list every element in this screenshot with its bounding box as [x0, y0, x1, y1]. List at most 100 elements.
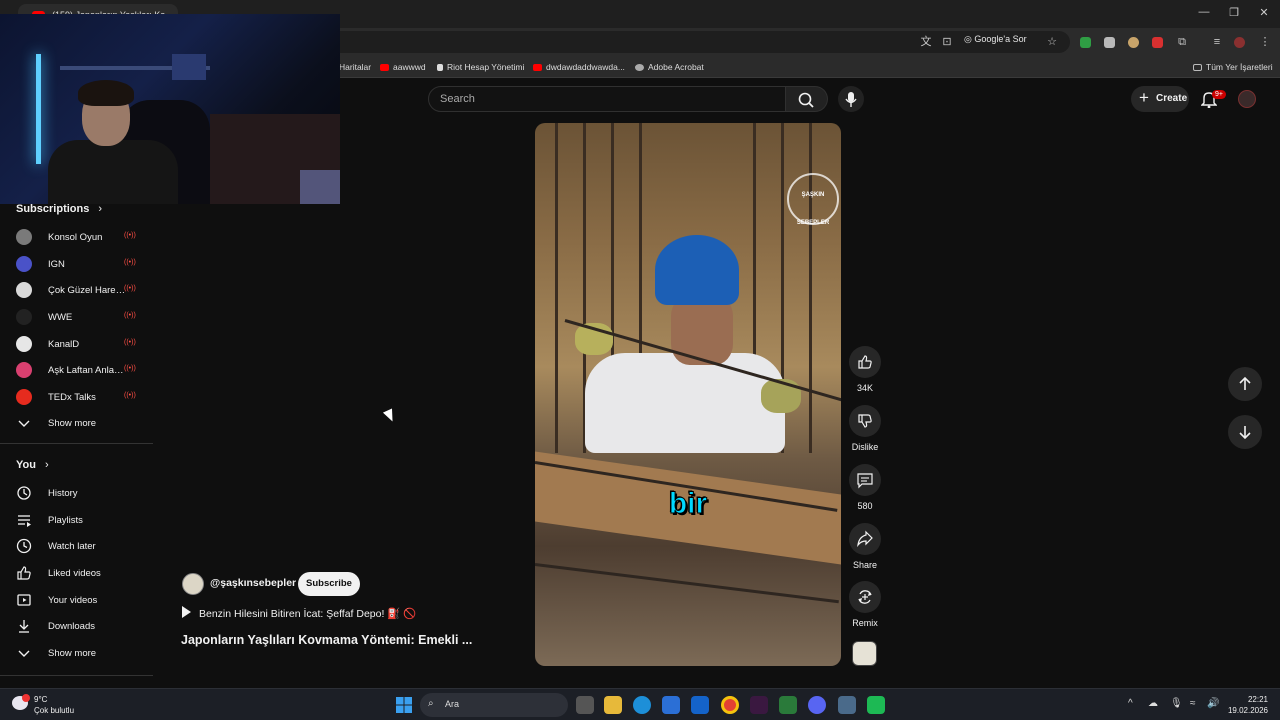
dislike-button[interactable]: Dislike	[848, 405, 882, 452]
outlook-icon[interactable]	[691, 696, 709, 714]
subscription-label: WWE	[48, 312, 73, 323]
search-input[interactable]: Search	[428, 86, 786, 112]
sidebar-item-downloads[interactable]: Downloads	[16, 618, 146, 638]
globe-icon	[635, 64, 644, 71]
previous-short-button[interactable]	[1228, 367, 1262, 401]
subscription-item[interactable]: Aşk Laftan Anlamaz ((•))	[16, 362, 146, 382]
channel-name[interactable]: @şaşkınsebepler	[210, 577, 296, 589]
weather-alert-badge	[22, 694, 30, 702]
app-icon[interactable]	[779, 696, 797, 714]
chrome-icon[interactable]	[721, 696, 739, 714]
bookmark-label: Adobe Acrobat	[648, 62, 704, 72]
profile-icon[interactable]	[1234, 37, 1245, 48]
subscription-item[interactable]: TEDx Talks ((•))	[16, 389, 146, 409]
task-view-icon[interactable]	[576, 696, 594, 714]
subscription-label: IGN	[48, 259, 65, 270]
bookmark-star-icon[interactable]: ☆	[1046, 36, 1058, 48]
app-icon[interactable]	[750, 696, 768, 714]
channel-avatar-small[interactable]	[852, 641, 877, 666]
channel-avatar-icon	[16, 282, 32, 298]
chevron-up-icon[interactable]: ^	[1128, 698, 1133, 709]
bookmark-item[interactable]: dwdawdaddwawda...	[533, 62, 625, 72]
extension-3-icon[interactable]	[1128, 37, 1139, 48]
account-avatar[interactable]	[1238, 90, 1256, 108]
volume-icon[interactable]: 🔊	[1207, 698, 1219, 709]
app-icon[interactable]	[838, 696, 856, 714]
next-short-button[interactable]	[1228, 415, 1262, 449]
bookmark-item[interactable]: Adobe Acrobat	[635, 62, 704, 72]
store-icon[interactable]	[662, 696, 680, 714]
sidebar-item-history[interactable]: History	[16, 485, 146, 505]
like-button[interactable]: 34K	[848, 346, 882, 393]
led-light	[36, 54, 41, 164]
subscription-item[interactable]: KanalD ((•))	[16, 336, 146, 356]
channel-avatar[interactable]	[182, 573, 204, 595]
folder-icon	[1193, 64, 1202, 71]
like-icon	[17, 566, 31, 580]
you-heading[interactable]: You ›	[16, 459, 49, 471]
google-sor-button[interactable]: ◎ Google'a Sor	[964, 34, 1027, 45]
comments-button[interactable]: 580	[848, 464, 882, 511]
sidebar-item-watch-later[interactable]: Watch later	[16, 538, 146, 558]
live-indicator-icon: ((•))	[124, 392, 136, 399]
translate-icon[interactable]: 文	[920, 36, 932, 48]
channel-avatar-icon	[16, 362, 32, 378]
search-button[interactable]	[786, 86, 828, 112]
google-lens-icon: ◎	[964, 34, 975, 44]
subscription-item[interactable]: IGN ((•))	[16, 256, 146, 276]
remix-button[interactable]: Remix	[848, 581, 882, 628]
subscriptions-heading[interactable]: Subscriptions ›	[16, 203, 102, 215]
short-title[interactable]: Japonların Yaşlıları Kovmama Yöntemi: Em…	[181, 633, 481, 647]
menu-dots-icon[interactable]: ⋮	[1259, 36, 1271, 48]
person-body	[48, 140, 178, 204]
voice-search-button[interactable]	[838, 86, 864, 112]
app-icon[interactable]	[867, 696, 885, 714]
show-more-subscriptions[interactable]: Show more	[16, 415, 146, 435]
subscription-item[interactable]: Çok Güzel Hareket 2((•))	[16, 282, 146, 302]
show-more-you[interactable]: Show more	[16, 645, 146, 665]
system-clock[interactable]: 22:21 19.02.2026	[1226, 694, 1268, 716]
extension-2-icon[interactable]	[1104, 37, 1115, 48]
install-app-icon[interactable]: ⊡	[941, 36, 953, 48]
microphone-icon[interactable]: 🎙	[1170, 698, 1183, 709]
sidebar-item-liked-videos[interactable]: Liked videos	[16, 565, 146, 585]
minimize-icon[interactable]: —	[1196, 6, 1212, 18]
subscription-item[interactable]: WWE ((•))	[16, 309, 146, 329]
subscription-label: Aşk Laftan Anlamaz	[48, 365, 126, 376]
taskbar-search[interactable]: ⌕ Ara	[420, 693, 568, 717]
remix-label: Remix	[852, 618, 878, 628]
share-button[interactable]: Share	[848, 523, 882, 570]
extension-4-icon[interactable]	[1152, 37, 1163, 48]
extensions-puzzle-icon[interactable]: ⧉	[1176, 36, 1188, 48]
bookmark-item[interactable]: Haritalar	[339, 62, 371, 72]
file-explorer-icon[interactable]	[604, 696, 622, 714]
download-icon	[19, 620, 29, 633]
dislike-label: Dislike	[851, 442, 879, 452]
create-button[interactable]: + Create	[1131, 86, 1189, 112]
weather-widget[interactable]: 9°C Çok bulutlu	[12, 694, 74, 716]
dislike-icon	[858, 414, 872, 428]
microphone-icon	[845, 92, 857, 107]
extension-1-icon[interactable]	[1080, 37, 1091, 48]
bookmark-item[interactable]: Riot Hesap Yönetimi	[437, 62, 524, 72]
cloud-sync-icon[interactable]: ☁	[1148, 698, 1158, 709]
windows-start-icon[interactable]	[396, 697, 412, 713]
edge-icon[interactable]	[633, 696, 651, 714]
close-window-icon[interactable]: ✕	[1256, 6, 1272, 19]
live-indicator-icon: ((•))	[124, 259, 136, 266]
subscribe-button[interactable]: Subscribe	[298, 572, 360, 596]
all-bookmarks[interactable]: Tüm Yer İşaretleri	[1193, 62, 1273, 72]
bookmark-label: Riot Hesap Yönetimi	[447, 62, 525, 72]
sidebar-item-playlists[interactable]: Playlists	[16, 512, 146, 532]
bookmark-item[interactable]: aawwwd	[380, 62, 426, 72]
discord-icon[interactable]	[808, 696, 826, 714]
poster	[172, 54, 206, 80]
media-controls-icon[interactable]: ≡	[1211, 36, 1223, 48]
short-video-player[interactable]: ŞAŞKIN SEBEPLER bir	[535, 123, 841, 666]
wifi-icon[interactable]: ≈	[1190, 698, 1196, 709]
related-video-link[interactable]: Benzin Hilesini Bitiren İcat: Şeffaf Dep…	[182, 606, 416, 620]
subscription-item[interactable]: Konsol Oyun ((•))	[16, 229, 146, 249]
sidebar-item-your-videos[interactable]: Your videos	[16, 592, 146, 612]
subscription-label: Çok Güzel Hareket 2	[48, 285, 126, 296]
restore-icon[interactable]: ❐	[1226, 6, 1242, 19]
